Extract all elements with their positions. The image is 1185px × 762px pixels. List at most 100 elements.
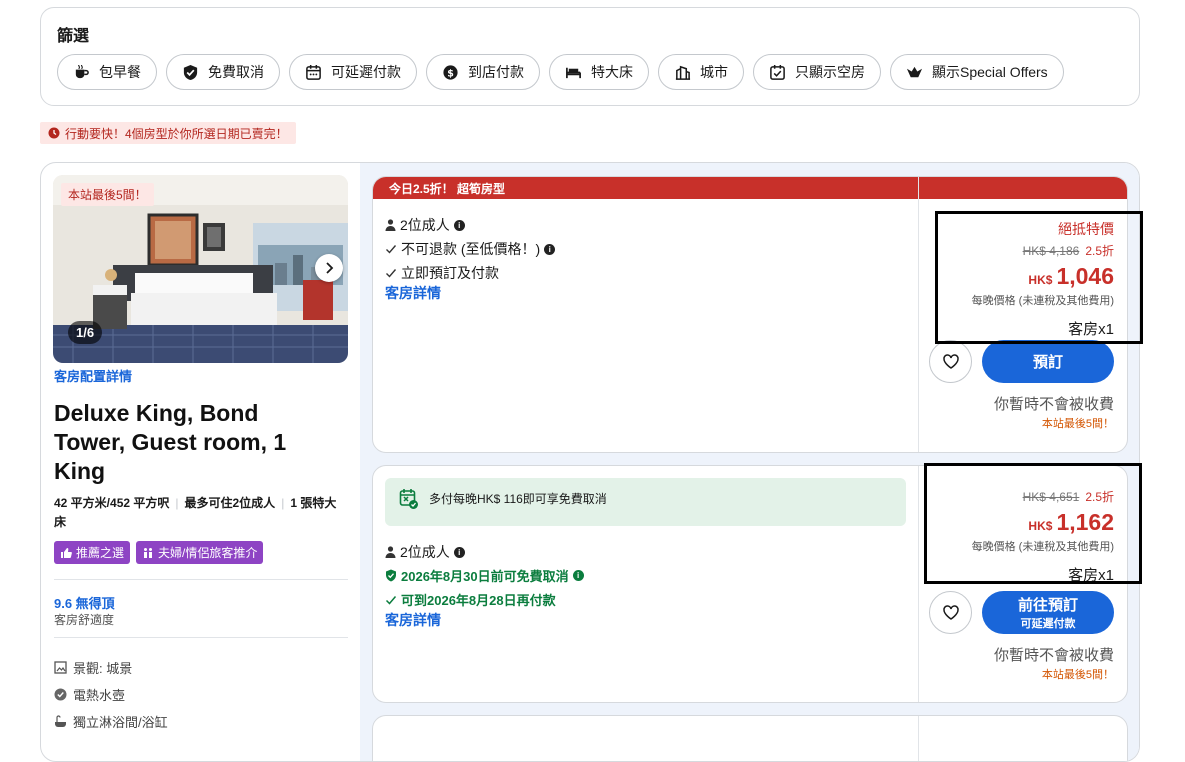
upsell-text: 多付每晚HK$ 116即可享免費取消 xyxy=(429,492,607,506)
filter-title: 篩選 xyxy=(57,28,90,45)
amenity-shower-bathtub: 獨立淋浴間/浴缸 xyxy=(54,712,168,731)
check-circle-icon xyxy=(54,688,67,701)
crown-icon xyxy=(906,66,923,77)
couples-tag: 夫婦/情侶旅客推介 xyxy=(136,541,264,564)
bathtub-icon xyxy=(55,715,66,727)
photo-scarcity-badge: 本站最後5間！ xyxy=(61,183,154,206)
room-layout-link[interactable]: 客房配置詳情 xyxy=(54,366,132,385)
amenity-city-view: 景觀: 城景 xyxy=(54,658,132,677)
room-details-link[interactable]: 客房詳情 xyxy=(385,283,441,303)
room-title: Deluxe King, Bond Tower, Guest room, 1 K… xyxy=(54,400,287,484)
photo-next-button[interactable] xyxy=(315,254,343,282)
amenity-label: 景觀: 城景 xyxy=(73,661,133,676)
offer-cancel-policy: 2026年8月30日前可免費取消 i xyxy=(385,566,584,585)
offer-cancel-policy: 不可退款 (至低價格！) i xyxy=(385,239,556,259)
divider xyxy=(918,466,919,702)
comfort-rating-score: 9.6 無得頂 xyxy=(54,596,115,611)
free-cancel-upsell[interactable]: 多付每晚HK$ 116即可享免費取消 xyxy=(385,478,906,526)
room-tags: 推薦之選 夫婦/情侶旅客推介 xyxy=(54,541,264,564)
urgency-text: 行動要快！4個房型於你所選日期已賣完！ xyxy=(65,126,288,141)
filter-chip-label: 到店付款 xyxy=(468,64,524,80)
calendar-cancel-icon xyxy=(399,489,418,509)
filter-chip-label: 城市 xyxy=(700,64,728,80)
payment-policy-label: 可到2026年8月28日再付款 xyxy=(401,593,556,608)
comfort-rating-label: 客房舒適度 xyxy=(54,613,115,627)
filter-chip-free-cancel[interactable]: 免費取消 xyxy=(166,54,280,90)
coffee-cup-icon xyxy=(75,64,89,78)
book-pay-later-button[interactable]: 前往預訂 可延遲付款 xyxy=(982,591,1114,634)
person-icon xyxy=(385,219,396,231)
filter-chip-label: 顯示Special Offers xyxy=(932,64,1048,80)
tag-label: 夫婦/情侶旅客推介 xyxy=(158,546,258,560)
amenity-kettle: 電熱水壺 xyxy=(54,685,125,704)
info-icon[interactable]: i xyxy=(453,219,465,231)
filter-chip-pay-later[interactable]: 可延遲付款 xyxy=(289,54,417,90)
bed-icon xyxy=(566,67,581,78)
tag-label: 推薦之選 xyxy=(76,546,125,560)
city-building-icon xyxy=(675,65,691,80)
view-icon xyxy=(54,661,67,674)
last-rooms-note: 本站最後5間！ xyxy=(1041,418,1114,430)
filter-chip-breakfast[interactable]: 包早餐 xyxy=(57,54,157,90)
filter-chip-pay-at-hotel[interactable]: $ 到店付款 xyxy=(426,54,540,90)
offer-payment-policy: 立即預訂及付款 xyxy=(385,263,499,283)
urgency-banner: 行動要快！4個房型於你所選日期已賣完！ xyxy=(40,122,296,144)
info-icon[interactable]: i xyxy=(453,546,465,558)
cancel-policy-label: 2026年8月30日前可免費取消 xyxy=(401,569,569,584)
thumbs-up-icon xyxy=(61,547,72,558)
payment-policy-label: 立即預訂及付款 xyxy=(401,265,499,281)
filter-chip-city[interactable]: 城市 xyxy=(658,54,744,90)
room-photo[interactable]: 本站最後5間！ 1/6 xyxy=(53,175,348,363)
heart-icon xyxy=(942,354,959,369)
filter-chip-label: 包早餐 xyxy=(99,64,141,80)
filter-panel: 篩選 包早餐 免費取消 可延遲付款 $ 到店付款 特大床 城市 只顯示空房 顯示… xyxy=(40,7,1140,106)
guests-label: 2位成人 xyxy=(400,544,450,560)
money-bag-icon: $ xyxy=(443,64,458,80)
offer-card xyxy=(372,715,1128,761)
filter-chip-label: 可延遲付款 xyxy=(331,64,401,80)
offer-payment-policy: 可到2026年8月28日再付款 xyxy=(385,590,556,609)
divider xyxy=(54,579,348,580)
book-button-sublabel: 可延遲付款 xyxy=(1020,618,1076,630)
filter-chip-label: 免費取消 xyxy=(208,64,264,80)
checkmark-icon xyxy=(386,269,397,278)
filter-chip-king-bed[interactable]: 特大床 xyxy=(549,54,649,90)
filter-chip-row: 包早餐 免費取消 可延遲付款 $ 到店付款 特大床 城市 只顯示空房 顯示Spe xyxy=(57,54,1064,90)
book-button-label: 前往預訂 xyxy=(1017,597,1078,614)
calendar-check-icon xyxy=(770,64,785,80)
guests-label: 2位成人 xyxy=(400,217,450,233)
book-button[interactable]: 預訂 xyxy=(982,340,1114,383)
info-icon[interactable]: i xyxy=(572,570,584,581)
amenity-label: 電熱水壺 xyxy=(73,688,126,703)
room-size: 42 平方米/452 平方呎 xyxy=(54,496,170,510)
favorite-button[interactable] xyxy=(929,340,972,383)
room-occupancy: 最多可住2位成人 xyxy=(184,496,276,510)
offer-deal-header: 今日2.5折！ 超筍房型 xyxy=(373,177,1127,199)
divider xyxy=(918,716,919,761)
offer-guests: 2位成人 i xyxy=(385,215,465,235)
shield-check-icon xyxy=(183,64,198,80)
checkmark-icon xyxy=(385,595,397,605)
svg-text:$: $ xyxy=(447,68,454,79)
offer-guests: 2位成人 i xyxy=(385,542,465,562)
action-row: 預訂 xyxy=(929,340,1114,383)
calendar-icon xyxy=(306,64,321,80)
checkmark-icon xyxy=(386,245,397,254)
divider xyxy=(918,177,919,452)
photo-counter: 1/6 xyxy=(68,321,103,344)
highlight-box xyxy=(935,211,1143,344)
filter-chip-special-offers[interactable]: 顯示Special Offers xyxy=(890,54,1064,90)
filter-chip-label: 特大床 xyxy=(591,64,633,80)
room-specs: 42 平方米/452 平方呎 | 最多可住2位成人 | 1 張特大床 xyxy=(54,496,337,529)
book-button-label: 預訂 xyxy=(1032,354,1063,371)
no-charge-note: 你暫時不會被收費 xyxy=(993,396,1114,413)
recommended-tag: 推薦之選 xyxy=(54,541,131,564)
filter-chip-label: 只顯示空房 xyxy=(795,64,865,80)
filter-chip-available-only[interactable]: 只顯示空房 xyxy=(753,54,881,90)
amenity-label: 獨立淋浴間/浴缸 xyxy=(73,715,168,730)
info-icon[interactable]: i xyxy=(544,243,556,255)
cancel-policy-label: 不可退款 (至低價格！) xyxy=(401,241,541,257)
favorite-button[interactable] xyxy=(929,591,972,634)
shield-check-icon xyxy=(386,569,396,582)
room-details-link[interactable]: 客房詳情 xyxy=(385,610,441,630)
